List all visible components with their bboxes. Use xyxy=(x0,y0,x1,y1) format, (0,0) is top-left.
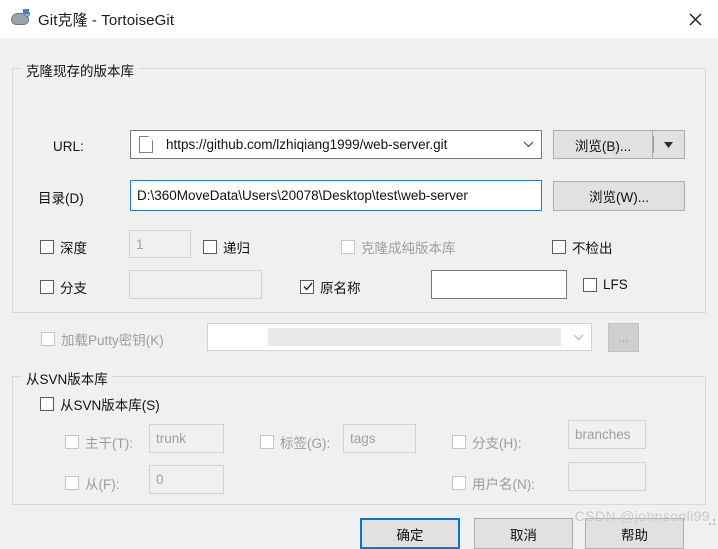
trunk-label: 主干(T): xyxy=(85,436,133,451)
tags-input: tags xyxy=(343,424,416,453)
directory-browse-button[interactable]: 浏览(W)... xyxy=(553,181,685,211)
putty-key-combobox xyxy=(207,323,592,351)
ok-button[interactable]: 确定 xyxy=(360,518,460,549)
putty-key-chevron-down-icon xyxy=(565,334,591,341)
dialog-body: 克隆现存的版本库 URL: https://github.com/lzhiqia… xyxy=(0,38,718,549)
tortoisegit-turtle-icon xyxy=(10,9,30,29)
branches-value: branches xyxy=(575,427,631,442)
document-icon xyxy=(139,136,153,153)
putty-key-checkbox-box xyxy=(41,332,55,346)
branches-input: branches xyxy=(568,420,646,449)
branches-checkbox-box xyxy=(452,435,466,449)
chevron-down-icon[interactable] xyxy=(515,141,541,148)
username-label: 用户名(N): xyxy=(472,477,535,492)
trunk-checkbox-box xyxy=(65,435,79,449)
origin-name-label: 原名称 xyxy=(320,281,361,296)
recursive-checkbox-box xyxy=(203,240,217,254)
putty-key-label: 加载Putty密钥(K) xyxy=(61,333,164,348)
depth-checkbox[interactable]: 深度 xyxy=(40,237,87,257)
origin-name-input[interactable] xyxy=(431,270,567,299)
url-value: https://github.com/lzhiqiang1999/web-ser… xyxy=(166,137,448,152)
from-svn-checkbox-box xyxy=(40,397,54,411)
origin-name-checkbox-box xyxy=(300,280,314,294)
putty-key-browse-button: ... xyxy=(608,323,639,352)
lfs-checkbox-box xyxy=(583,277,597,292)
tags-checkbox: 标签(G): xyxy=(260,432,330,452)
no-checkout-checkbox-box xyxy=(552,240,566,254)
bare-clone-checkbox-box xyxy=(341,240,355,254)
branches-label: 分支(H): xyxy=(472,436,522,451)
trunk-input: trunk xyxy=(149,424,224,453)
trunk-checkbox: 主干(T): xyxy=(65,432,133,452)
directory-value: D:\360MoveData\Users\20078\Desktop\test\… xyxy=(137,188,468,203)
recursive-label: 递归 xyxy=(223,241,250,256)
tags-label: 标签(G): xyxy=(280,436,331,451)
lfs-checkbox[interactable]: LFS xyxy=(583,277,628,292)
depth-checkbox-box xyxy=(40,240,54,254)
from-rev-checkbox-box xyxy=(65,476,79,490)
depth-value: 1 xyxy=(136,236,144,252)
origin-name-checkbox[interactable]: 原名称 xyxy=(300,277,361,297)
cancel-button[interactable]: 取消 xyxy=(474,518,573,549)
putty-key-inner-fill xyxy=(268,328,561,346)
from-rev-label: 从(F): xyxy=(85,477,120,492)
username-checkbox-box xyxy=(452,476,466,490)
branch-label: 分支 xyxy=(60,281,87,296)
from-svn-label: 从SVN版本库(S) xyxy=(60,398,160,413)
bare-clone-checkbox: 克隆成纯版本库 xyxy=(341,237,456,257)
branches-checkbox: 分支(H): xyxy=(452,432,522,452)
from-rev-value: 0 xyxy=(156,472,164,487)
branch-input xyxy=(129,270,262,299)
branch-checkbox-box xyxy=(40,280,54,294)
no-checkout-label: 不检出 xyxy=(572,241,613,256)
url-browse-button[interactable]: 浏览(B)... xyxy=(553,130,653,159)
branch-checkbox[interactable]: 分支 xyxy=(40,277,87,297)
from-rev-input: 0 xyxy=(149,465,224,494)
from-svn-checkbox[interactable]: 从SVN版本库(S) xyxy=(40,394,160,414)
svn-group-title: 从SVN版本库 xyxy=(22,368,112,388)
bare-clone-label: 克隆成纯版本库 xyxy=(361,241,456,256)
username-input xyxy=(568,462,646,491)
username-checkbox: 用户名(N): xyxy=(452,473,535,493)
lfs-label: LFS xyxy=(603,277,628,292)
tags-checkbox-box xyxy=(260,435,274,449)
directory-label: 目录(D) xyxy=(38,191,84,206)
depth-input: 1 xyxy=(129,230,191,258)
recursive-checkbox[interactable]: 递归 xyxy=(203,237,250,257)
url-browse-dropdown-button[interactable] xyxy=(653,130,685,159)
close-icon[interactable] xyxy=(672,0,718,38)
url-label: URL: xyxy=(53,139,84,154)
no-checkout-checkbox[interactable]: 不检出 xyxy=(552,237,613,257)
directory-input[interactable]: D:\360MoveData\Users\20078\Desktop\test\… xyxy=(130,180,542,211)
from-rev-checkbox: 从(F): xyxy=(65,473,120,493)
resize-grip[interactable] xyxy=(705,515,715,525)
window-title: Git克隆 - TortoiseGit xyxy=(38,11,175,29)
trunk-value: trunk xyxy=(156,431,187,446)
depth-label: 深度 xyxy=(60,241,87,256)
title-bar: Git克隆 - TortoiseGit xyxy=(0,0,718,38)
tags-value: tags xyxy=(350,431,376,446)
url-combobox[interactable]: https://github.com/lzhiqiang1999/web-ser… xyxy=(130,130,542,159)
putty-key-checkbox: 加载Putty密钥(K) xyxy=(41,329,164,349)
watermark: CSDN @johnsonli99 xyxy=(574,508,710,524)
clone-group-title: 克隆现存的版本库 xyxy=(22,60,138,80)
